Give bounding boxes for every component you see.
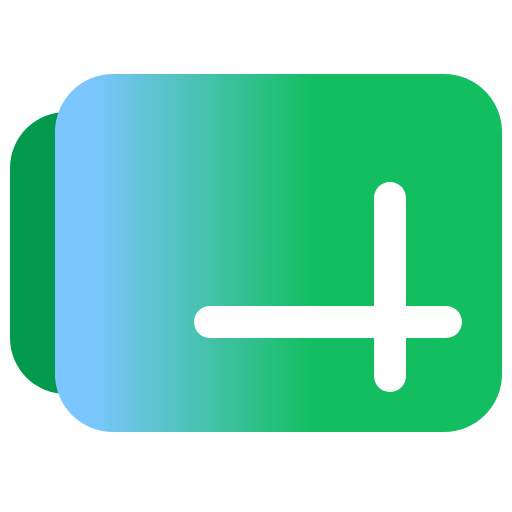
front-card-shape xyxy=(55,74,502,432)
icon-canvas xyxy=(0,0,512,512)
add-tab-icon xyxy=(10,74,502,432)
